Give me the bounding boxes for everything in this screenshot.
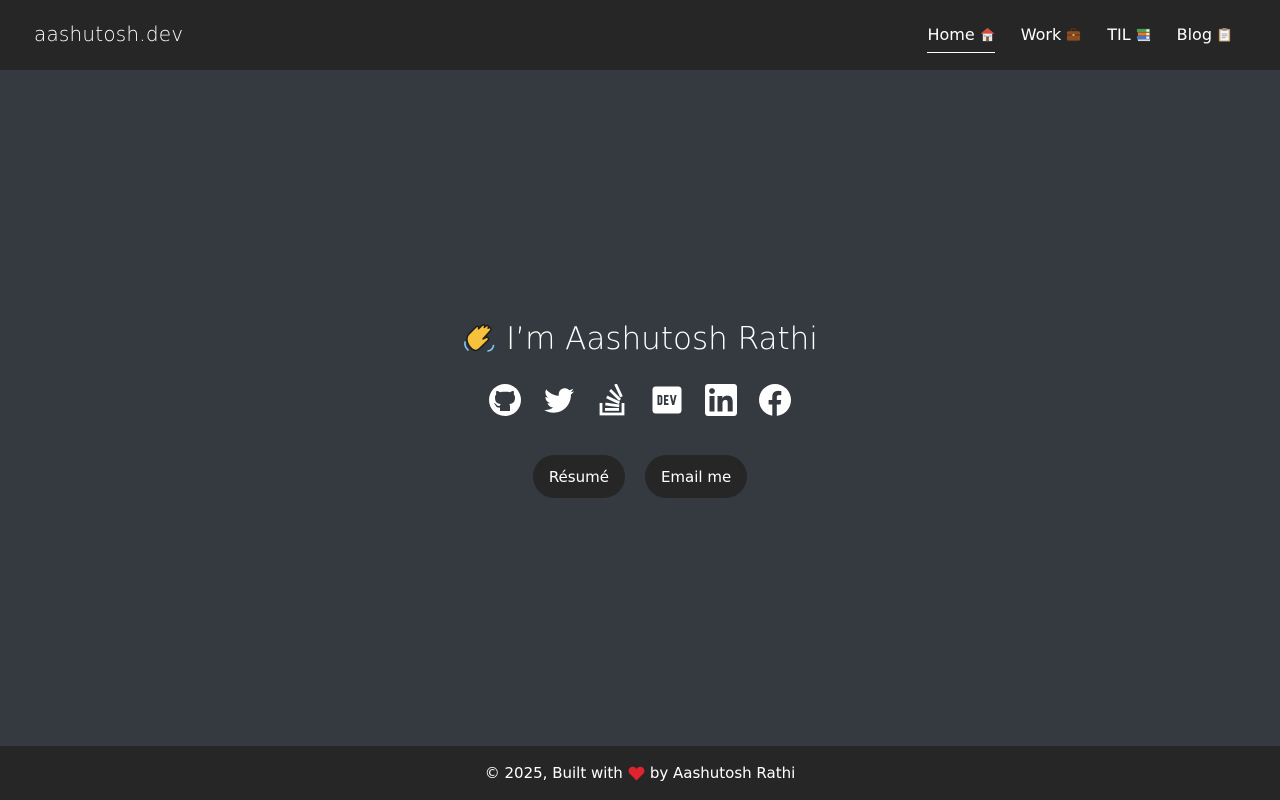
clipboard-icon [1218, 27, 1231, 42]
hero-section: I’m Aashutosh Rathi Résumé Email me [0, 320, 1280, 498]
facebook-icon[interactable] [759, 384, 791, 416]
site-brand-link[interactable]: aashutosh.dev [34, 22, 183, 46]
nav-item-label: Home [927, 25, 975, 44]
hero-actions: Résumé Email me [532, 455, 748, 498]
resume-button[interactable]: Résumé [532, 455, 625, 498]
nav-item-home[interactable]: Home [927, 19, 995, 53]
house-icon [980, 27, 994, 42]
nav-item-label: TIL [1107, 25, 1131, 44]
twitter-icon[interactable] [543, 384, 575, 416]
page-footer: © 2025, Built with by Aashutosh Rathi [0, 746, 1280, 800]
nav-item-blog[interactable]: Blog [1177, 19, 1232, 51]
social-links [489, 383, 791, 417]
dev-icon[interactable] [651, 384, 683, 416]
hero-heading: I’m Aashutosh Rathi [462, 320, 818, 358]
github-icon[interactable] [489, 384, 521, 416]
heart-icon [628, 766, 645, 780]
stackoverflow-icon[interactable] [597, 384, 629, 416]
linkedin-icon[interactable] [705, 384, 737, 416]
footer-prefix: © 2025, Built with [484, 764, 623, 782]
main-nav: Home Work TIL Blog [927, 0, 1232, 70]
waving-hand-icon [464, 324, 495, 352]
hero-title-text: I’m Aashutosh Rathi [506, 321, 818, 357]
top-navbar: aashutosh.dev Home Work TIL Blog [0, 0, 1280, 70]
nav-item-til[interactable]: TIL [1107, 19, 1150, 51]
nav-item-label: Blog [1176, 25, 1212, 44]
books-icon [1136, 28, 1150, 42]
nav-item-work[interactable]: Work [1021, 19, 1082, 51]
nav-item-label: Work [1020, 25, 1062, 44]
email-me-button[interactable]: Email me [644, 455, 748, 498]
briefcase-icon [1067, 28, 1081, 41]
footer-suffix: by Aashutosh Rathi [649, 764, 796, 782]
